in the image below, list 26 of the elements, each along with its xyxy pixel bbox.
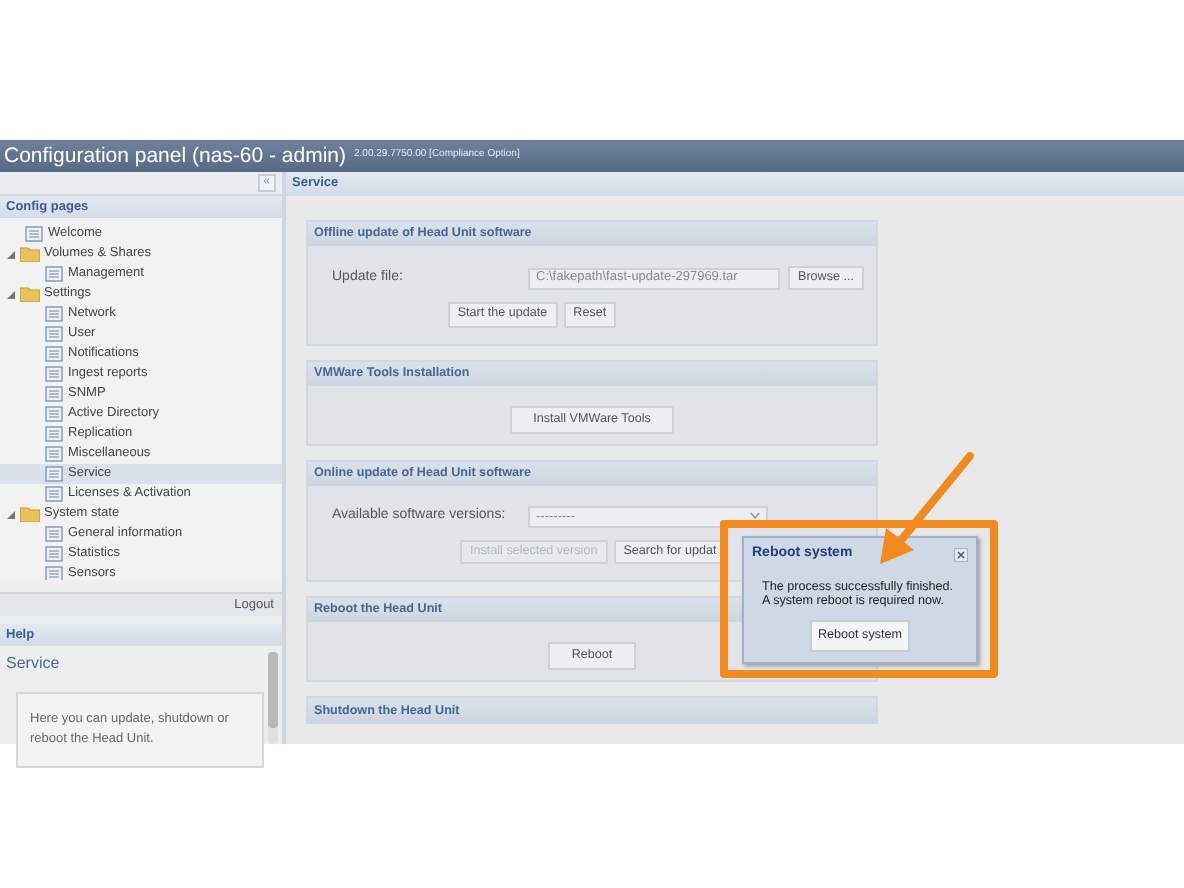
page-icon [44, 326, 64, 342]
page-icon [44, 266, 64, 282]
annotation-arrow [880, 452, 974, 564]
page-icon [44, 446, 64, 462]
page-icon [44, 406, 64, 422]
page-icon [24, 226, 44, 242]
folder-icon [20, 286, 40, 302]
window-title: Configuration panel (nas-60 - admin) [4, 145, 347, 167]
page-icon [44, 366, 64, 382]
folder-icon [20, 506, 40, 522]
folder-icon [20, 246, 40, 262]
chevron-down-icon [750, 512, 760, 521]
page-icon [44, 386, 64, 402]
expander-icon[interactable] [6, 249, 16, 259]
page-icon [44, 526, 64, 542]
page-icon [44, 346, 64, 362]
scrollbar[interactable] [268, 652, 278, 744]
expander-icon[interactable] [6, 509, 16, 519]
page-icon [44, 486, 64, 502]
page-icon [44, 546, 64, 562]
page-icon [44, 466, 64, 482]
page-icon [44, 306, 64, 322]
page-icon [44, 426, 64, 442]
help-heading: Service [6, 652, 62, 676]
expander-icon[interactable] [6, 289, 16, 299]
close-icon[interactable] [954, 547, 968, 562]
